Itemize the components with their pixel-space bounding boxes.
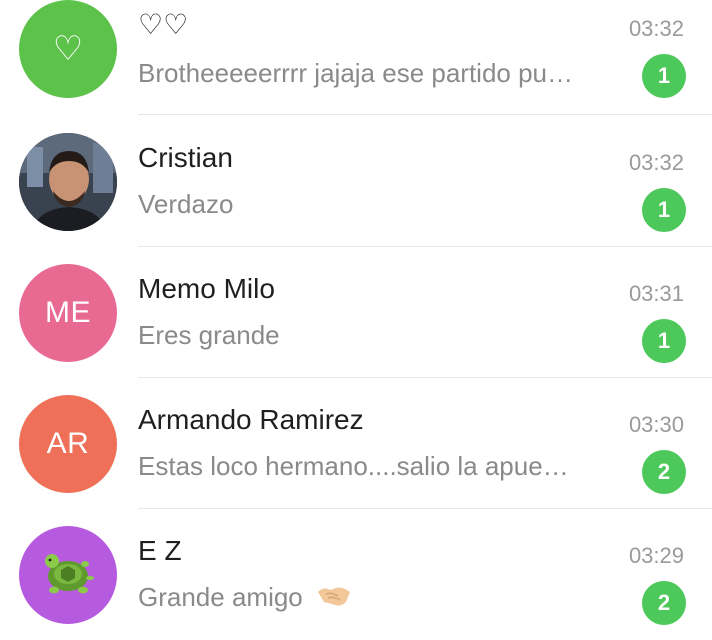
chat-name: E Z xyxy=(138,535,182,566)
chat-preview-text: Grande amigo xyxy=(138,582,303,612)
divider xyxy=(138,114,712,115)
avatar[interactable]: ME xyxy=(19,264,117,362)
unread-badge: 1 xyxy=(642,188,686,232)
avatar[interactable] xyxy=(19,133,117,231)
handshake-icon xyxy=(316,582,352,617)
avatar-initials: AR xyxy=(46,427,90,460)
unread-badge: 1 xyxy=(642,54,686,98)
chat-preview: Estas loco hermano....salio la apue… xyxy=(138,451,569,481)
chat-preview: Grande amigo xyxy=(138,582,352,617)
chat-row-memo-milo[interactable]: ME Memo Milo 03:31 Eres grande 1 xyxy=(0,247,712,378)
chat-row-armando-ramirez[interactable]: AR Armando Ramirez 03:30 Estas loco herm… xyxy=(0,378,712,509)
chat-time: 03:30 xyxy=(628,412,684,437)
turtle-icon xyxy=(45,554,94,594)
unread-badge: 2 xyxy=(642,450,686,494)
chat-name: ♡♡ xyxy=(138,9,189,40)
avatar-initials: ME xyxy=(45,296,91,329)
heart-icon: ♡ xyxy=(52,29,84,69)
chat-time: 03:29 xyxy=(628,543,684,568)
unread-badge: 2 xyxy=(642,581,686,625)
chat-name: Memo Milo xyxy=(138,273,275,304)
chat-row-e-z[interactable]: E Z 03:29 Grande amigo 2 xyxy=(0,509,712,640)
chat-name: Cristian xyxy=(138,142,233,173)
chat-row-hearts[interactable]: ♡ ♡♡ 03:32 Brotheeeeerrrr jajaja ese par… xyxy=(0,0,712,129)
chat-row-cristian[interactable]: Cristian 03:32 Verdazo 1 xyxy=(0,116,712,247)
unread-badge: 1 xyxy=(642,319,686,363)
chat-time: 03:32 xyxy=(628,150,684,175)
chat-list: ♡ ♡♡ 03:32 Brotheeeeerrrr jajaja ese par… xyxy=(0,0,712,637)
avatar[interactable]: AR xyxy=(19,395,117,493)
avatar[interactable] xyxy=(19,526,117,624)
chat-preview: Verdazo xyxy=(138,189,234,219)
chat-preview: Brotheeeeerrrr jajaja ese partido pu… xyxy=(138,58,574,88)
chat-time: 03:31 xyxy=(628,281,684,306)
chat-time: 03:32 xyxy=(628,16,684,41)
profile-photo xyxy=(19,133,117,231)
chat-name: Armando Ramirez xyxy=(138,404,364,435)
chat-preview: Eres grande xyxy=(138,320,280,350)
avatar[interactable]: ♡ xyxy=(19,0,117,98)
